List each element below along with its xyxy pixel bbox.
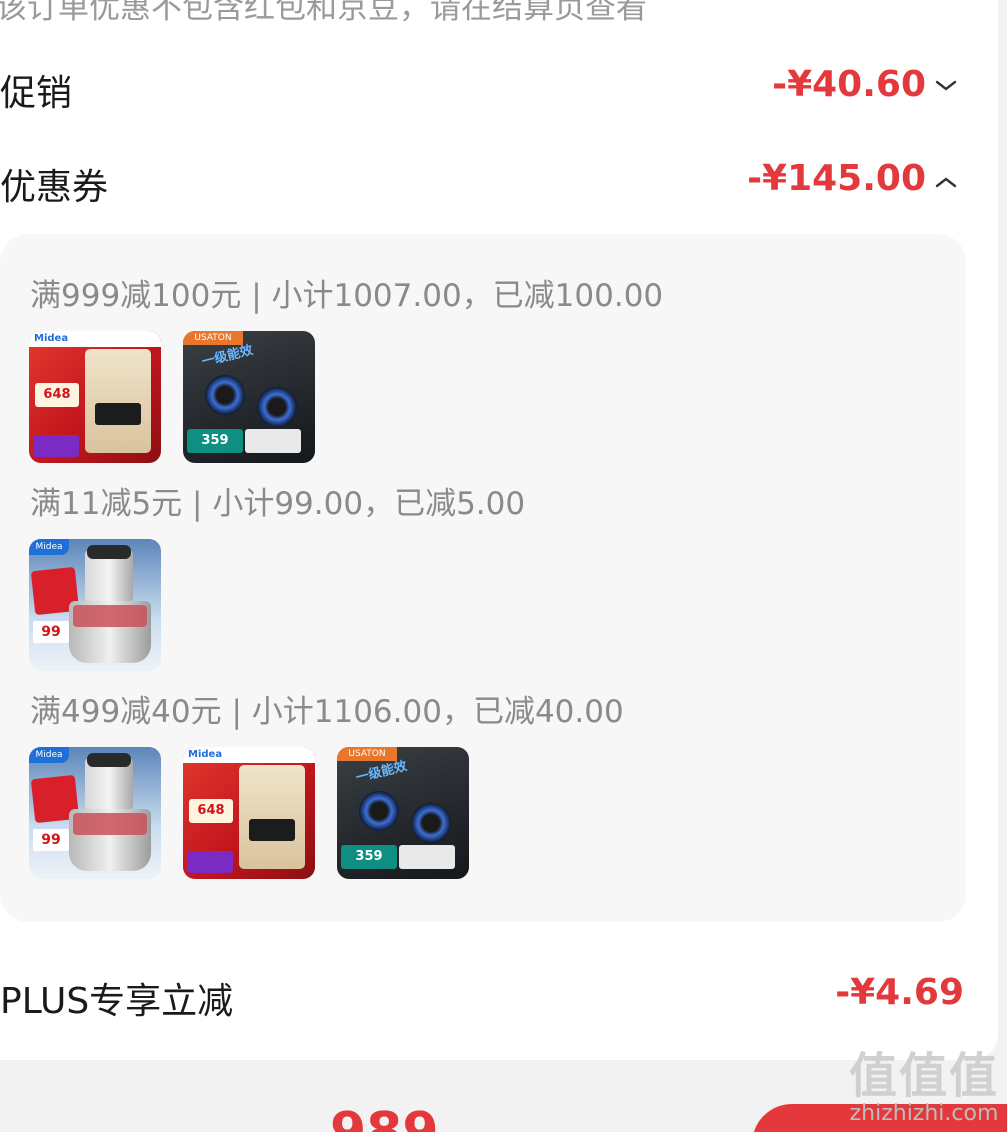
bowl-contents bbox=[73, 813, 147, 835]
product-thumb-gas-stove[interactable]: USATON 一级能效 359 bbox=[337, 747, 469, 879]
chevron-down-icon[interactable] bbox=[934, 74, 958, 98]
brand-logo: Midea bbox=[29, 747, 69, 763]
coupon-amount: -¥145.00 bbox=[747, 158, 926, 199]
coupon-detail-panel: 满999减100元 | 小计1007.00，已减100.00 Midea 648… bbox=[0, 234, 966, 922]
plus-discount-amount: -¥4.69 bbox=[835, 972, 964, 1013]
coupon-group-title: 满11减5元 | 小计99.00，已减5.00 bbox=[30, 486, 526, 522]
burner bbox=[257, 387, 297, 427]
chevron-up-icon[interactable] bbox=[934, 170, 958, 194]
promo-label bbox=[399, 845, 455, 869]
product-thumb-meat-grinder[interactable]: Midea 99 bbox=[29, 539, 161, 671]
heater-body bbox=[85, 349, 151, 453]
price-tag: 99 bbox=[33, 829, 69, 851]
coupon-group-title: 满999减100元 | 小计1007.00，已减100.00 bbox=[30, 278, 664, 314]
bowl-contents bbox=[73, 605, 147, 627]
price-tag: 648 bbox=[35, 383, 79, 407]
discount-detail-card: 该订单优惠不包含红包和京豆，请在结算页查看 促销 -¥40.60 优惠券 -¥1… bbox=[0, 0, 998, 1060]
brand-logo: Midea bbox=[188, 749, 223, 760]
promotion-label: 促销 bbox=[0, 73, 73, 114]
promo-strip bbox=[187, 851, 233, 873]
motor-cap bbox=[87, 753, 131, 767]
product-thumb-water-heater[interactable]: Midea 648 bbox=[183, 747, 315, 879]
promo-strip bbox=[33, 435, 79, 457]
price-tag: 359 bbox=[341, 845, 397, 869]
brand-logo: Midea bbox=[34, 333, 69, 344]
discount-note: 该订单优惠不包含红包和京豆，请在结算页查看 bbox=[0, 0, 647, 26]
coupon-label: 优惠券 bbox=[0, 167, 109, 208]
heater-display bbox=[249, 819, 295, 841]
plus-discount-label: PLUS专享立减 bbox=[0, 981, 234, 1022]
motor-cap bbox=[87, 545, 131, 559]
product-thumb-water-heater[interactable]: Midea 648 bbox=[29, 331, 161, 463]
burner bbox=[205, 375, 245, 415]
burner bbox=[411, 803, 451, 843]
coupon-group-title: 满499减40元 | 小计1106.00，已减40.00 bbox=[30, 694, 624, 730]
promo-label bbox=[245, 429, 301, 453]
product-thumb-gas-stove[interactable]: USATON 一级能效 359 bbox=[183, 331, 315, 463]
total-price: 989 bbox=[330, 1102, 439, 1132]
promotion-amount: -¥40.60 bbox=[772, 64, 926, 105]
price-tag: 99 bbox=[33, 621, 69, 643]
price-tag: 359 bbox=[187, 429, 243, 453]
heater-body bbox=[239, 765, 305, 869]
watermark-logo: 值值值 bbox=[848, 1048, 999, 1104]
burner bbox=[359, 791, 399, 831]
price-tag: 648 bbox=[189, 799, 233, 823]
site-watermark: 值值值 zhizhizhi.com bbox=[849, 1050, 999, 1126]
brand-logo: Midea bbox=[29, 539, 69, 555]
heater-display bbox=[95, 403, 141, 425]
watermark-text: zhizhizhi.com bbox=[849, 1101, 999, 1126]
product-thumb-meat-grinder[interactable]: Midea 99 bbox=[29, 747, 161, 879]
